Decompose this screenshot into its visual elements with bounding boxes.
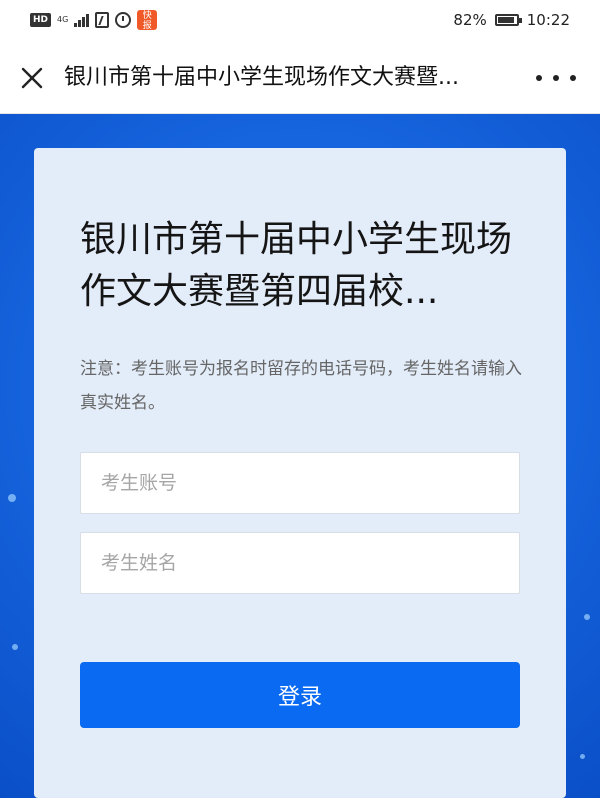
alarm-icon (115, 12, 132, 28)
status-right: 82% 10:22 (453, 11, 570, 29)
nfc-icon (95, 12, 110, 28)
login-notice: 注意：考生账号为报名时留存的电话号码，考生姓名请输入真实姓名。 (80, 359, 522, 413)
decor-dot (580, 754, 585, 759)
login-button[interactable]: 登录 (80, 662, 520, 728)
login-card: 银川市第十届中小学生现场作文大赛暨第四届校... 注意：考生账号为报名时留存的电… (34, 148, 566, 798)
battery-icon (494, 14, 522, 26)
hd-icon: HD (30, 13, 52, 27)
app-notification-icon: 快报 (137, 10, 158, 30)
decor-dot (8, 494, 16, 502)
nav-bar: 银川市第十届中小学生现场作文大赛暨... (0, 42, 600, 114)
status-bar: HD 4G 快报 82% 10:22 (0, 0, 600, 42)
more-icon-dot (570, 75, 576, 81)
clock-time: 10:22 (526, 11, 570, 29)
name-input[interactable] (80, 532, 520, 594)
close-button[interactable] (12, 58, 52, 98)
decor-dot (584, 614, 590, 620)
network-type: 4G (57, 15, 69, 24)
account-input[interactable] (80, 452, 520, 514)
decor-dot (12, 644, 18, 650)
battery-percent: 82% (453, 11, 487, 29)
more-button[interactable] (536, 66, 576, 90)
more-icon-dot (553, 75, 559, 81)
network-label: 4G (57, 16, 68, 24)
contest-heading: 银川市第十届中小学生现场作文大赛暨第四届校... (80, 219, 513, 312)
more-icon-dot (536, 75, 542, 81)
close-icon (21, 67, 43, 89)
signal-icon (74, 13, 90, 27)
page-title: 银川市第十届中小学生现场作文大赛暨... (64, 65, 459, 90)
status-icons: HD 4G 快报 (30, 10, 158, 30)
